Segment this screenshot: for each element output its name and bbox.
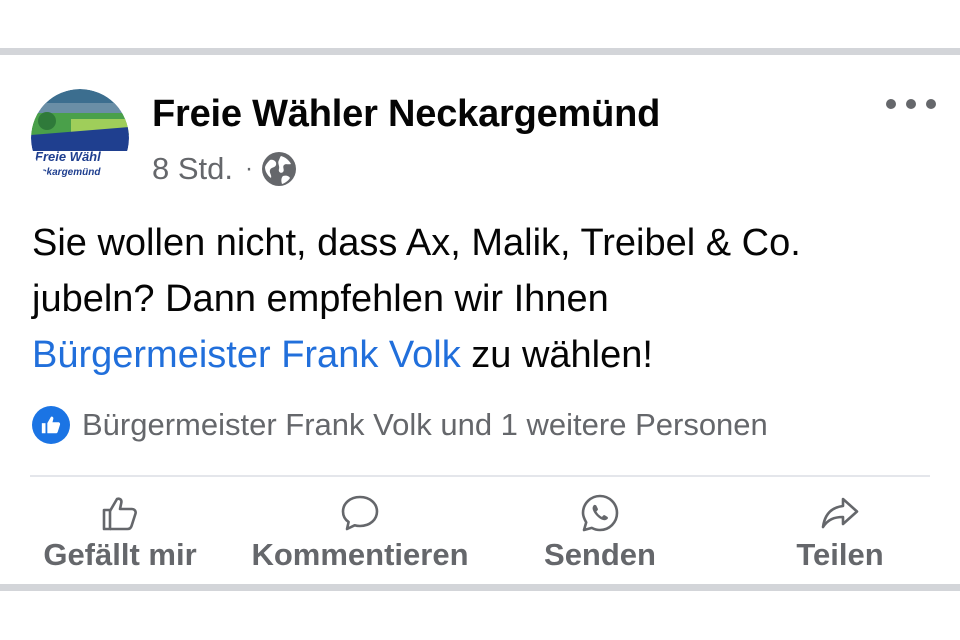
page-name[interactable]: Freie Wähler Neckargemünd: [152, 93, 660, 136]
post-text-line-2: jubeln? Dann empfehlen wir Ihnen: [32, 278, 609, 320]
comment-icon: [341, 495, 379, 531]
post-text-line-1: Sie wollen nicht, dass Ax, Malik, Treibe…: [32, 222, 801, 264]
post-text: Sie wollen nicht, dass Ax, Malik, Treibe…: [32, 215, 932, 383]
more-options-icon[interactable]: [886, 91, 936, 117]
feed-divider-top: [0, 48, 960, 55]
thumbs-up-icon: [102, 497, 137, 531]
actions-separator: [30, 475, 930, 477]
send-button[interactable]: Senden: [540, 491, 660, 581]
share-button[interactable]: Teilen: [790, 491, 890, 581]
post-text-tail: zu wählen!: [460, 334, 653, 376]
feed-divider-bottom: [0, 584, 960, 591]
share-icon: [821, 497, 859, 529]
reactions-text: Bürgermeister Frank Volk und 1 weitere P…: [82, 407, 768, 442]
svg-text:ckargemünd: ckargemünd: [41, 167, 101, 178]
globe-icon: [261, 151, 297, 187]
post-card: Freie Wähl ckargemünd Freie Wähler Necka…: [0, 55, 960, 584]
comment-button[interactable]: Kommentieren: [244, 491, 476, 581]
share-label: Teilen: [796, 537, 884, 572]
like-reaction-icon: [32, 406, 70, 444]
svg-text:Freie Wähl: Freie Wähl: [35, 149, 101, 164]
post-time[interactable]: 8 Std.: [152, 151, 233, 187]
reactions-summary[interactable]: Bürgermeister Frank Volk und 1 weitere P…: [32, 405, 768, 445]
whatsapp-icon: [581, 494, 619, 532]
post-text-line-3: Bürgermeister Frank Volk zu wählen!: [32, 327, 932, 383]
like-button[interactable]: Gefällt mir: [38, 491, 202, 581]
action-bar: Gefällt mir Kommentieren Senden Teilen: [0, 491, 960, 581]
post-meta: 8 Std. ·: [152, 151, 297, 187]
comment-label: Kommentieren: [251, 537, 469, 572]
like-label: Gefällt mir: [43, 537, 197, 572]
mention-link[interactable]: Bürgermeister Frank Volk: [32, 334, 461, 376]
page-avatar[interactable]: Freie Wähl ckargemünd: [31, 89, 129, 187]
meta-separator: ·: [245, 155, 253, 182]
send-label: Senden: [544, 537, 656, 572]
